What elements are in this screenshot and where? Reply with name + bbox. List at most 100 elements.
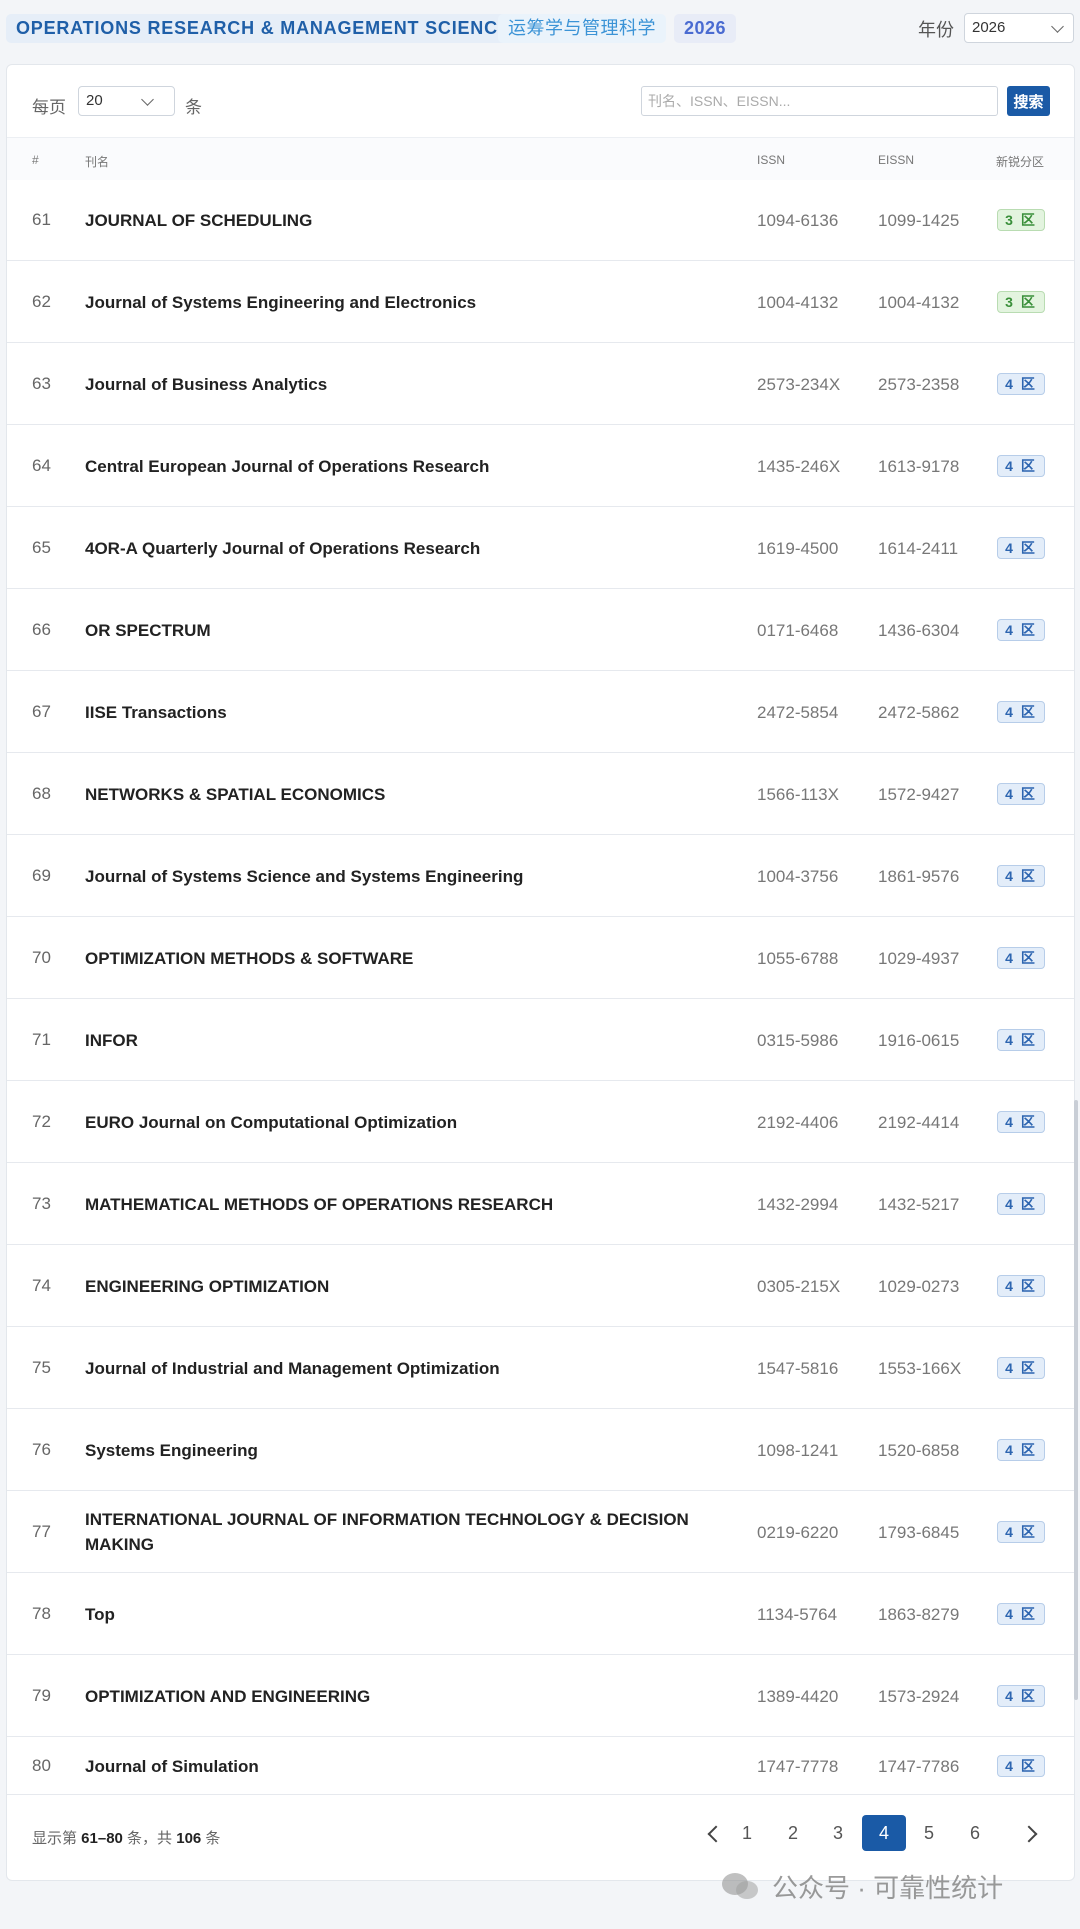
issn-value: 0171-6468 [757,620,839,640]
journal-name[interactable]: OPTIMIZATION AND ENGINEERING [85,1655,725,1737]
col-header-issn[interactable]: ISSN [757,153,785,167]
eissn-value: 1861-9576 [878,866,960,886]
zone-badge: 4 区 [997,783,1045,805]
journal-name[interactable]: Systems Engineering [85,1409,725,1491]
zone-cell: 4 区 [997,1573,1045,1655]
table-row[interactable]: 61 JOURNAL OF SCHEDULING 1094-6136 1099-142… [7,179,1074,261]
eissn-value: 1573-2924 [878,1686,960,1706]
table-row[interactable]: 79 OPTIMIZATION AND ENGINEERING 1389-4420 1… [7,1655,1074,1737]
eissn-value: 1793-6845 [878,1522,960,1542]
journal-name[interactable]: JOURNAL OF SCHEDULING [85,179,725,261]
table-row[interactable]: 62 Journal of Systems Engineering and Ele… [7,261,1074,343]
eissn-value: 1004-4132 [878,292,960,312]
zone-cell: 4 区 [997,1655,1045,1737]
row-number: 76 [32,1440,51,1459]
page-2[interactable]: 2 [771,1815,815,1851]
year-tag[interactable]: 2026 [674,14,737,43]
issn-value: 2472-5854 [757,702,839,722]
eissn-value: 1029-0273 [878,1276,960,1296]
prev-page-icon[interactable] [707,1825,725,1843]
issn-value: 1547-5816 [757,1358,839,1378]
issn-value: 0219-6220 [757,1522,839,1542]
journal-name[interactable]: MATHEMATICAL METHODS OF OPERATIONS RESEA… [85,1163,725,1245]
scrollbar[interactable] [1074,1100,1078,1700]
zone-badge: 3 区 [997,209,1045,231]
table-row[interactable]: 75 Journal of Industrial and Management O… [7,1327,1074,1409]
eissn-value: 1863-8279 [878,1604,960,1624]
per-page-select[interactable]: 20 [78,86,175,116]
journal-name[interactable]: Journal of Systems Engineering and Elect… [85,261,725,343]
category-zh-tag[interactable]: 运筹学与管理科学 [498,14,666,43]
journal-name[interactable]: INFOR [85,999,725,1081]
table-row[interactable]: 73 MATHEMATICAL METHODS OF OPERATIONS RES… [7,1163,1074,1245]
table-row[interactable]: 70 OPTIMIZATION METHODS & SOFTWARE 1055-67… [7,917,1074,999]
pagination-summary: 显示第 61–80 条，共 106 条 [32,1827,220,1848]
journal-name[interactable]: Central European Journal of Operations R… [85,425,725,507]
zone-badge: 4 区 [997,1521,1045,1543]
table-row[interactable]: 63 Journal of Business Analytics 2573-234X… [7,343,1074,425]
eissn-value: 1520-6858 [878,1440,960,1460]
journal-name[interactable]: ENGINEERING OPTIMIZATION [85,1245,725,1327]
table-row[interactable]: 74 ENGINEERING OPTIMIZATION 0305-215X 1029-… [7,1245,1074,1327]
journal-name[interactable]: Top [85,1573,725,1655]
zone-cell: 4 区 [997,343,1045,425]
table-row[interactable]: 64 Central European Journal of Operations… [7,425,1074,507]
table-row[interactable]: 71 INFOR 0315-5986 1916-0615 4 区 [7,999,1074,1081]
year-select[interactable]: 2026 [964,13,1074,43]
zone-badge: 4 区 [997,1755,1045,1777]
col-header-eissn[interactable]: EISSN [878,153,914,167]
table-row[interactable]: 76 Systems Engineering 1098-1241 1520-6858 4… [7,1409,1074,1491]
page-4[interactable]: 4 [862,1815,906,1851]
row-number: 63 [32,374,51,393]
row-number: 74 [32,1276,51,1295]
table-row[interactable]: 77 INTERNATIONAL JOURNAL OF INFORMATION T… [7,1491,1074,1573]
search-input[interactable] [641,86,998,116]
journal-name[interactable]: EURO Journal on Computational Optimizati… [85,1081,725,1163]
col-header-num[interactable]: # [32,153,39,167]
journal-table-card: 每页 20 条 搜索 # 刊名 ISSN EISSN 新锐分区 61JOURNA… [6,64,1075,1881]
next-page-icon[interactable] [1020,1825,1038,1843]
table-row[interactable]: 68 NETWORKS & SPATIAL ECONOMICS 1566-113X 1… [7,753,1074,835]
col-header-zone[interactable]: 新锐分区 [996,153,1044,170]
table-row[interactable]: 72 EURO Journal on Computational Optimiza… [7,1081,1074,1163]
page-3[interactable]: 3 [816,1815,860,1851]
journal-name[interactable]: INTERNATIONAL JOURNAL OF INFORMATION TEC… [85,1491,725,1573]
col-header-name[interactable]: 刊名 [85,153,109,170]
issn-value: 1389-4420 [757,1686,839,1706]
table-row[interactable]: 66 OR SPECTRUM 0171-6468 1436-6304 4 区 [7,589,1074,671]
zone-badge: 4 区 [997,1111,1045,1133]
eissn-value: 1436-6304 [878,620,960,640]
zone-badge: 4 区 [997,1603,1045,1625]
table-row[interactable]: 80 Journal of Simulation 1747-7778 1747-778… [7,1737,1074,1795]
category-en-tag[interactable]: OPERATIONS RESEARCH & MANAGEMENT SCIENCE [6,14,521,43]
journal-name[interactable]: Journal of Industrial and Management Opt… [85,1327,725,1409]
table-header: # 刊名 ISSN EISSN 新锐分区 [7,137,1074,180]
table-body: 61 JOURNAL OF SCHEDULING 1094-6136 1099-142… [7,179,1074,1795]
journal-name[interactable]: OPTIMIZATION METHODS & SOFTWARE [85,917,725,999]
table-row[interactable]: 69 Journal of Systems Science and Systems… [7,835,1074,917]
search-button[interactable]: 搜索 [1007,86,1050,116]
zone-badge: 4 区 [997,1275,1045,1297]
table-row[interactable]: 78 Top 1134-5764 1863-8279 4 区 [7,1573,1074,1655]
zone-cell: 4 区 [997,753,1045,835]
table-row[interactable]: 67 IISE Transactions 2472-5854 2472-5862 4 区 [7,671,1074,753]
page-6[interactable]: 6 [953,1815,997,1851]
journal-name[interactable]: Journal of Systems Science and Systems E… [85,835,725,917]
table-row[interactable]: 65 4OR-A Quarterly Journal of Operations … [7,507,1074,589]
top-bar: OPERATIONS RESEARCH & MANAGEMENT SCIENCE… [0,0,1080,58]
journal-name[interactable]: Journal of Simulation [85,1737,725,1795]
chevron-down-icon [1051,20,1064,33]
journal-name[interactable]: Journal of Business Analytics [85,343,725,425]
journal-name[interactable]: OR SPECTRUM [85,589,725,671]
zone-badge: 4 区 [997,1685,1045,1707]
eissn-value: 1099-1425 [878,210,960,230]
issn-value: 1619-4500 [757,538,839,558]
journal-name[interactable]: IISE Transactions [85,671,725,753]
journal-name[interactable]: NETWORKS & SPATIAL ECONOMICS [85,753,725,835]
page-5[interactable]: 5 [907,1815,951,1851]
summary-mid: 条，共 [122,1830,177,1847]
eissn-value: 1553-166X [878,1358,962,1378]
issn-value: 0315-5986 [757,1030,839,1050]
page-1[interactable]: 1 [725,1815,769,1851]
journal-name[interactable]: 4OR-A Quarterly Journal of Operations Re… [85,507,725,589]
